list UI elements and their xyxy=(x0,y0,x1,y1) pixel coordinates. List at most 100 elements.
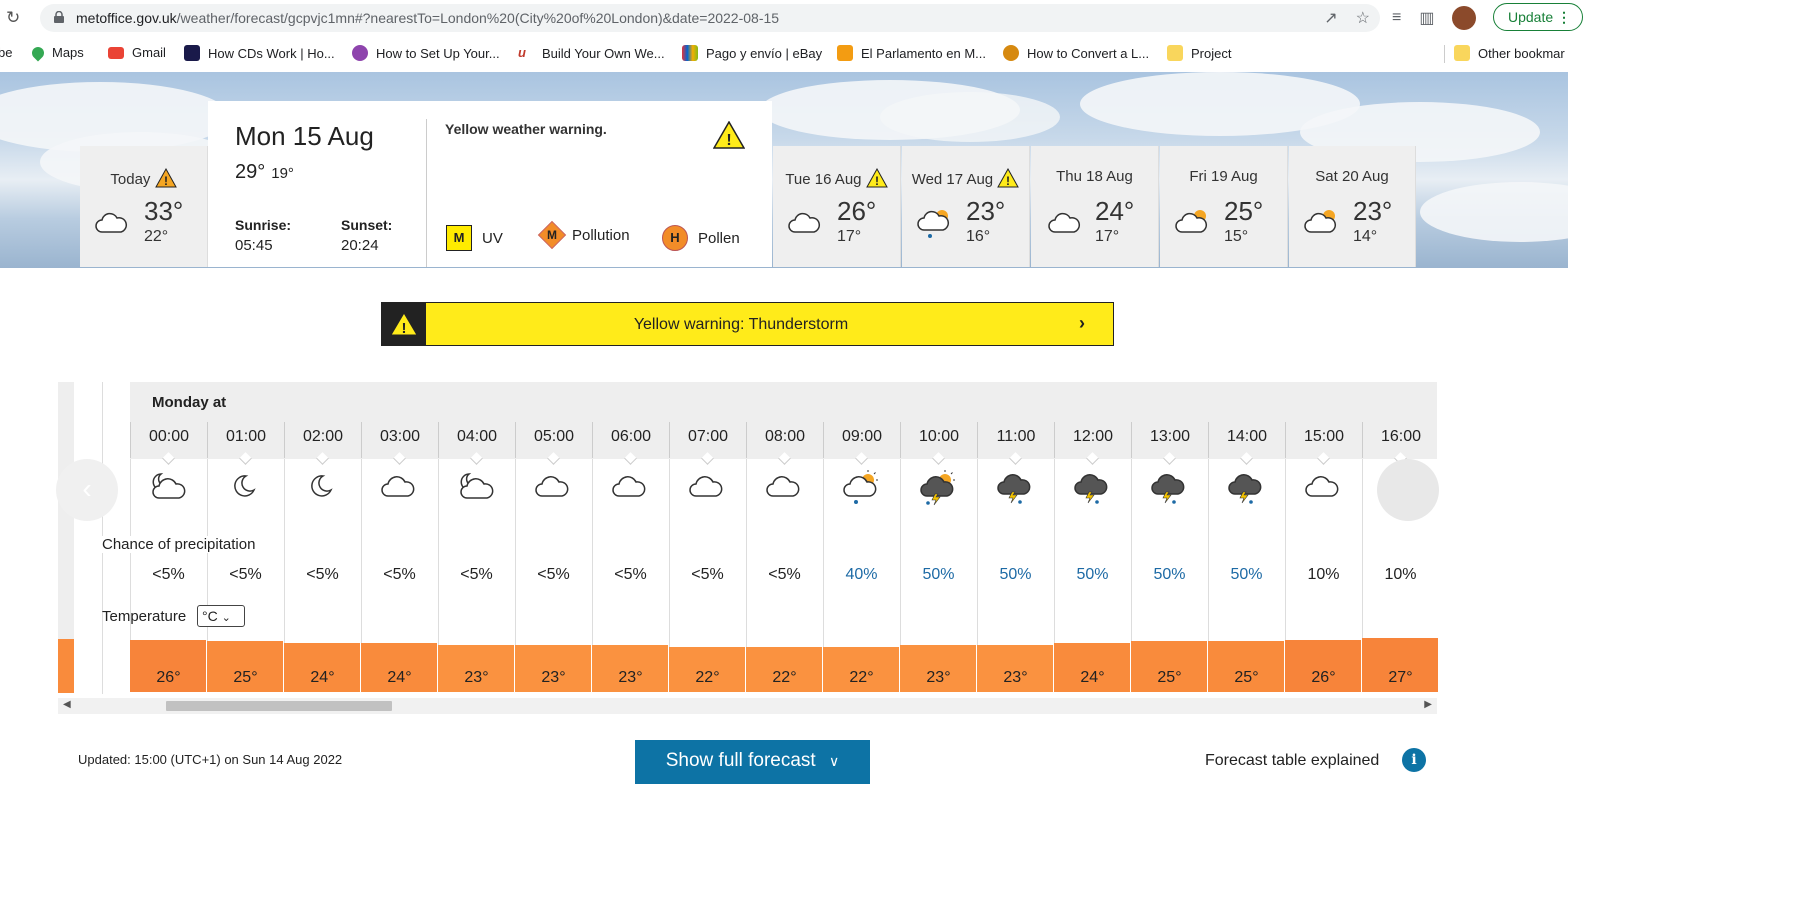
day-high-temp: 24° xyxy=(1095,196,1135,226)
scroll-right-button[interactable] xyxy=(1377,459,1439,521)
bookmark-item[interactable]: How to Convert a L... xyxy=(1003,45,1149,61)
pollution-indicator[interactable]: M Pollution xyxy=(537,220,630,250)
day-card-wed[interactable]: Wed 17 Aug ! 23° 16° xyxy=(902,146,1030,267)
building-icon xyxy=(837,45,853,61)
url-text: metoffice.gov.uk/weather/forecast/gcpvjc… xyxy=(76,10,780,26)
warning-icon: ! xyxy=(865,167,888,188)
temperature-value: 24° xyxy=(387,669,412,686)
day-card-sat[interactable]: Sat 20 Aug 23° 14° xyxy=(1289,146,1416,267)
precipitation-value: <5% xyxy=(460,566,493,583)
show-full-forecast-button[interactable]: Show full forecast ∨ xyxy=(635,740,870,784)
pollen-indicator[interactable]: H Pollen xyxy=(662,225,740,251)
cloud-icon xyxy=(746,470,823,510)
scroll-left-arrow-icon[interactable]: ◀ xyxy=(63,699,71,710)
temperature-value: 22° xyxy=(772,669,797,686)
temperature-value: 25° xyxy=(233,669,258,686)
maps-icon xyxy=(29,44,47,61)
address-bar[interactable]: metoffice.gov.uk/weather/forecast/gcpvjc… xyxy=(40,4,1380,32)
hour-header-0800: 08:00 xyxy=(746,422,823,458)
gmail-icon xyxy=(108,46,124,59)
bookmark-folder-project[interactable]: Project xyxy=(1167,45,1231,61)
cloud-icon xyxy=(361,470,438,510)
warning-icon: ! xyxy=(713,121,745,149)
bookmark-item[interactable]: How to Set Up Your... xyxy=(352,45,500,61)
temperature-value: 23° xyxy=(1003,669,1028,686)
scrollbar-thumb[interactable] xyxy=(166,701,392,711)
profile-avatar[interactable] xyxy=(1452,6,1477,30)
bookmark-folder-other[interactable]: Other bookmar xyxy=(1454,45,1565,61)
day-card-tue[interactable]: Tue 16 Aug ! 26° 17° xyxy=(773,146,901,267)
hourly-forecast-table: Monday at 00:00 <5% 26° 01:00 <5% 25° 02:00 <5%… xyxy=(56,382,1439,714)
day-name: Fri 19 Aug xyxy=(1189,168,1258,185)
updated-timestamp: Updated: 15:00 (UTC+1) on Sun 14 Aug 202… xyxy=(78,752,343,767)
temperature-value: 24° xyxy=(1080,669,1105,686)
character-icon xyxy=(1003,45,1019,61)
bookmark-item[interactable]: be xyxy=(0,45,12,60)
uv-indicator[interactable]: M UV xyxy=(446,225,503,251)
share-icon[interactable]: ↗ xyxy=(1324,8,1337,28)
precipitation-value: 50% xyxy=(1230,566,1263,583)
bookmark-star-icon[interactable]: ☆ xyxy=(1356,8,1370,28)
hour-header-0300: 03:00 xyxy=(361,422,438,458)
temperature-value: 25° xyxy=(1234,669,1259,686)
bookmark-ebay[interactable]: Pago y envío | eBay xyxy=(682,45,822,61)
lock-icon xyxy=(54,11,64,23)
scroll-left-button[interactable]: ‹ xyxy=(56,459,118,521)
hour-header-0600: 06:00 xyxy=(592,422,669,458)
temperature-unit-select[interactable]: °C ⌄ xyxy=(197,605,245,627)
thunderstorm-warning-banner[interactable]: ! Yellow warning: Thunderstorm › xyxy=(381,302,1114,346)
bookmark-item[interactable]: How CDs Work | Ho... xyxy=(184,45,335,61)
precipitation-value: 40% xyxy=(845,566,878,583)
moon-icon xyxy=(284,470,361,510)
warning-icon: ! xyxy=(382,303,426,345)
update-button[interactable]: Update ⋮ xyxy=(1493,3,1583,31)
weather-warning-text[interactable]: Yellow weather warning. xyxy=(445,121,607,137)
day-high-temp: 33° xyxy=(144,196,184,226)
day-low-temp: 17° xyxy=(837,228,862,245)
hour-header-1300: 13:00 xyxy=(1131,422,1208,458)
day-card-thu[interactable]: Thu 18 Aug 24° 17° xyxy=(1031,146,1159,267)
temperature-value: 26° xyxy=(1311,669,1336,686)
bookmark-gmail[interactable]: Gmail xyxy=(108,45,166,60)
folder-icon xyxy=(1454,45,1470,61)
temperature-value: 23° xyxy=(926,669,951,686)
forecast-table-explained-link[interactable]: Forecast table explained xyxy=(1205,752,1379,770)
precipitation-label: Chance of precipitation xyxy=(102,536,256,553)
day-card-fri[interactable]: Fri 19 Aug 25° 15° xyxy=(1160,146,1288,267)
bookmark-item[interactable]: u Build Your Own We... xyxy=(518,45,665,61)
thunder-icon xyxy=(977,470,1054,510)
divider xyxy=(426,119,427,267)
hour-header-1000: 10:00 xyxy=(900,422,977,458)
info-icon[interactable]: i xyxy=(1402,748,1426,772)
svg-text:!: ! xyxy=(164,174,168,188)
scroll-right-arrow-icon[interactable]: ▶ xyxy=(1424,699,1432,710)
cloud-icon xyxy=(1285,470,1362,510)
reload-icon[interactable]: ↻ xyxy=(6,8,26,28)
day-low-temp: 22° xyxy=(144,228,169,245)
sun-cloud-icon xyxy=(1304,210,1336,233)
warning-icon: ! xyxy=(154,167,177,188)
sunrise-label: Sunrise: xyxy=(235,217,292,233)
pollution-label: Pollution xyxy=(572,226,630,244)
hour-header-1100: 11:00 xyxy=(977,422,1054,458)
bookmark-item[interactable]: El Parlamento en M... xyxy=(837,45,986,61)
pollen-label: Pollen xyxy=(698,229,740,247)
bookmark-maps[interactable]: Maps xyxy=(29,44,84,61)
precipitation-value: <5% xyxy=(152,566,185,583)
day-card-today[interactable]: Today ! 33° 22° xyxy=(80,146,208,267)
hour-header-0000: 00:00 xyxy=(130,422,207,458)
moon-cloud-icon xyxy=(130,470,207,510)
hour-header-0700: 07:00 xyxy=(669,422,746,458)
browser-toolbar: ↻ metoffice.gov.uk/weather/forecast/gcpv… xyxy=(0,0,1583,36)
sun-cloud-rain-icon xyxy=(917,210,949,238)
media-icon[interactable]: ≡ xyxy=(1392,9,1401,27)
day-name: Thu 18 Aug xyxy=(1056,168,1133,185)
day-high-temp: 23° xyxy=(1353,196,1393,226)
temperature-value: 24° xyxy=(310,669,335,686)
horizontal-scrollbar[interactable]: ◀ ▶ xyxy=(58,698,1437,714)
moon-icon xyxy=(207,470,284,510)
sidepanel-icon[interactable]: ▥ xyxy=(1419,8,1434,28)
precipitation-value: 50% xyxy=(1153,566,1186,583)
selected-day-panel: Mon 15 Aug 29° 19° Sunrise: 05:45 Sunset:… xyxy=(208,101,772,267)
day-name: Wed 17 Aug ! xyxy=(902,167,1029,188)
